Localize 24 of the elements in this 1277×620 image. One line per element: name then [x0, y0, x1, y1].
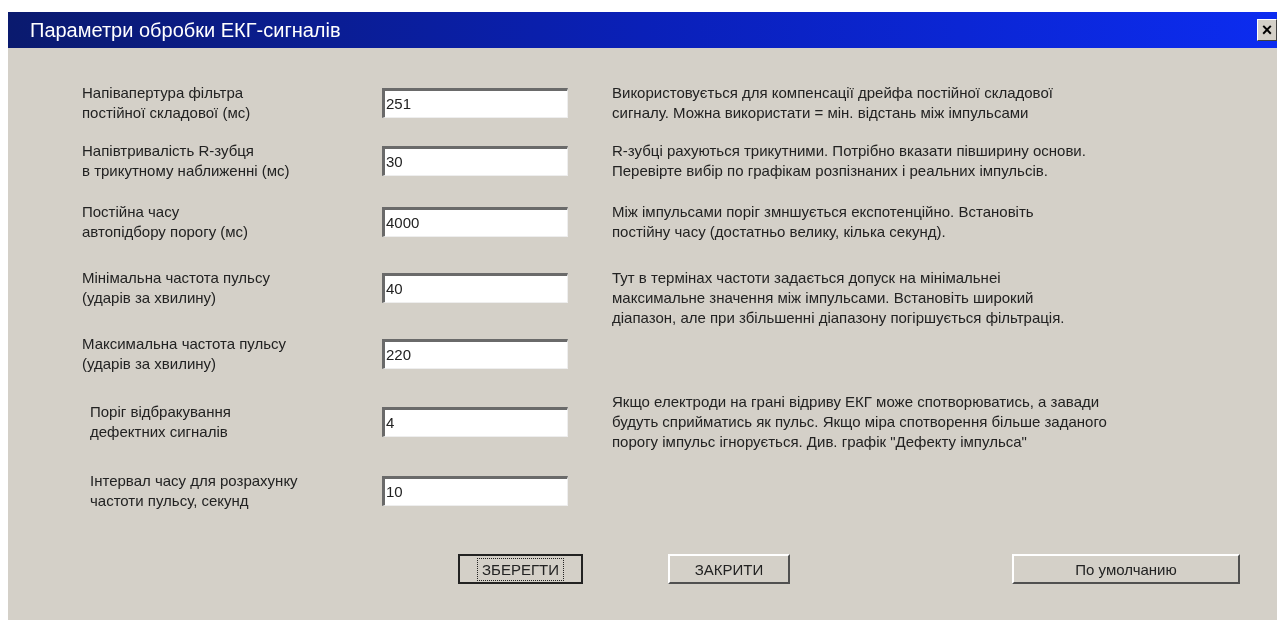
- field-label: Напівапертура фільтра постійної складової (мс): [82, 83, 252, 123]
- dialog-button[interactable]: ЗАКРИТИ: [668, 554, 790, 584]
- input-field[interactable]: 251: [382, 88, 568, 118]
- field-label: Інтервал часу для розрахунку частоти пульсу, секунд: [89, 471, 299, 511]
- input-field[interactable]: 40: [382, 272, 568, 303]
- field-label: Напівтривалість R-зубця в трикутному наближенні (мс): [82, 141, 291, 181]
- description-text: Між імпульсами поріг змншується експотенційно. Встановіть постійну часу (достатньо велику, кілька секунд).: [612, 203, 1034, 240]
- field-label: Максимальна частота пульсу (ударів за хвилину): [82, 334, 288, 374]
- field-label: Поріг відбракування дефектних сигналів: [89, 401, 232, 442]
- input-field[interactable]: 220: [382, 339, 568, 369]
- input-field[interactable]: 10: [382, 476, 568, 506]
- description-text: R-зубці рахуються трикутними. Потрібно вказати півширину основи. Перевірте вибір по графікам розпізнаних і реальних імпульсів.: [612, 142, 1086, 179]
- input-field[interactable]: 30: [382, 146, 568, 176]
- description-text: Якщо електроди на грані відриву ЕКГ може спотворюватись, а завади будуть сприйматись як пульс. Якщо міра спотворення більше заданого порогу імпульс ігнорується. Див. графік "Дефекту імпульса": [612, 392, 1107, 450]
- dialog-button[interactable]: ЗБЕРЕГТИ: [458, 554, 583, 584]
- close-button[interactable]: ×: [1257, 19, 1277, 41]
- field-label: Постійна часу автопідбору порогу (мс): [82, 202, 250, 242]
- description-text: Використовується для компенсації дрейфа постійної складової сигналу. Можна використати = мін. відстань між імпульсами: [612, 84, 1053, 121]
- window-title: Параметри обробки ЕКГ-сигналів: [29, 18, 341, 42]
- input-field[interactable]: 4000: [382, 207, 568, 237]
- field-label: Мінімальна частота пульсу (ударів за хвилину): [82, 267, 271, 308]
- input-field[interactable]: 4: [382, 406, 568, 437]
- description-text: Тут в термінах частоти задається допуск на мінімальнеі максимальне значення між імпульсами. Встановіть широкий діапазон, але при збільшенні діапазону погіршується фільтрація.: [612, 269, 1065, 326]
- dialog-button[interactable]: По умолчанию: [1012, 554, 1240, 584]
